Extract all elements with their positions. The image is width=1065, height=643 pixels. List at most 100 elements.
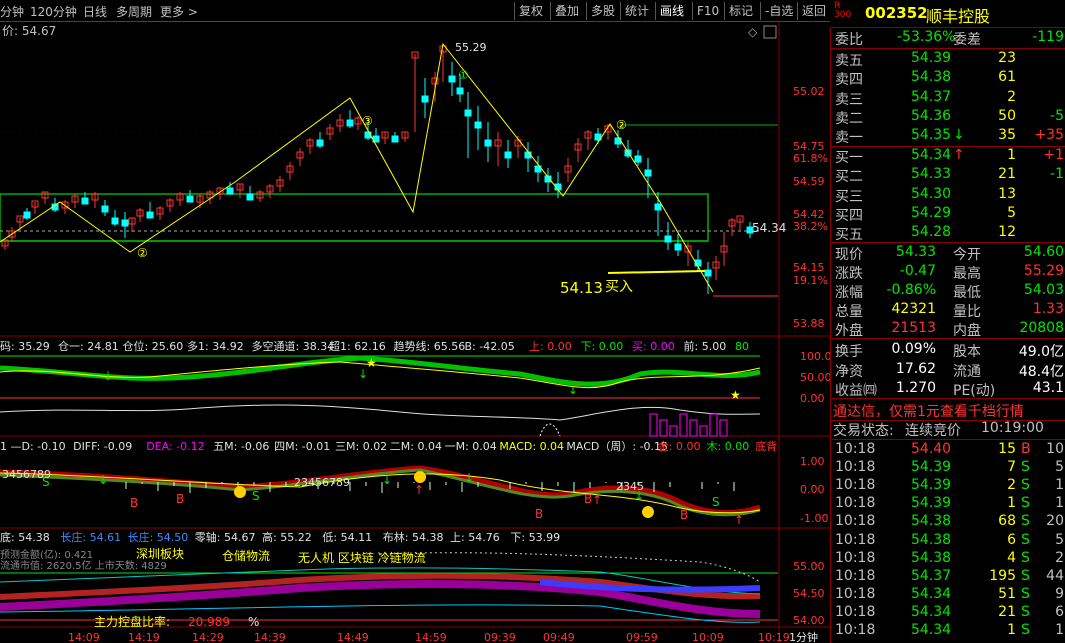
ind2-buy-mark: B xyxy=(176,492,184,506)
tick-side: S xyxy=(1021,495,1030,512)
tick-volume: 68 xyxy=(998,513,1016,530)
stat-label: 股本 xyxy=(953,344,981,360)
ind1-header-item: 仓位: 25.60 xyxy=(123,339,184,353)
board-badge: R 300 xyxy=(834,2,851,20)
ask-label: 卖一 xyxy=(835,130,863,147)
y-axis-tick: 54.59 xyxy=(793,175,825,188)
status-time: 10:19:00 xyxy=(981,420,1044,436)
f10-button[interactable]: F10 xyxy=(692,2,723,20)
tick-side: S xyxy=(1021,459,1030,476)
period-daily[interactable]: 日线 xyxy=(83,3,107,20)
ind2-header-item: 底背 xyxy=(755,439,777,453)
webi-label: 委比 xyxy=(835,32,863,48)
period-120min[interactable]: 120分钟 xyxy=(30,3,77,20)
ind1-bar xyxy=(709,413,718,437)
time-axis-label: 09:39 xyxy=(484,631,516,643)
tick-price: 54.38 xyxy=(911,549,952,566)
time-axis-label: 09:59 xyxy=(626,631,658,643)
ind1-header-item: 上: 0.00 xyxy=(529,340,572,353)
bid-label: 买四 xyxy=(835,207,863,224)
tick-price: 54.38 xyxy=(911,513,952,530)
stat-row: 收益㈣ 1.270 PE(动) 43.1 xyxy=(831,380,1065,399)
divider xyxy=(831,398,1065,399)
chart-canvas[interactable]: 价: 54.67 ◇55.0254.7561.8%54.5954.4238.2%5… xyxy=(0,22,830,643)
tick-count: 6 xyxy=(1055,603,1064,620)
ind2-y-tick: 0.00 xyxy=(800,483,825,496)
divider xyxy=(831,48,1065,49)
watchlist-button[interactable]: -自选 xyxy=(760,2,797,20)
ask-volume: 35 xyxy=(998,127,1016,144)
tick-row: 10:18 54.34 51 S 9 xyxy=(831,586,1065,605)
ind1-bar xyxy=(699,425,708,437)
tick-price: 54.39 xyxy=(911,495,952,512)
star-icon: ★ xyxy=(366,356,377,370)
tick-row: 10:18 54.37 195 S 44 xyxy=(831,568,1065,587)
ask-volume: 61 xyxy=(998,69,1016,86)
stats-button[interactable]: 统计 xyxy=(620,2,653,20)
tick-count: 1 xyxy=(1055,622,1064,638)
ask-label: 卖四 xyxy=(835,72,863,89)
price-label: 价: 54.67 xyxy=(2,24,56,38)
ind1-header-item: 超1: 62.16 xyxy=(329,339,386,353)
stat-value: 48.4亿 xyxy=(1018,363,1064,380)
ind3-header-item: 高: 55.22 xyxy=(262,530,312,544)
bid-volume: 21 xyxy=(998,166,1016,183)
candle-body xyxy=(146,211,154,219)
stat-value: 20808 xyxy=(1019,320,1064,336)
ask-row: 卖五 54.39 23 xyxy=(831,50,1065,69)
ask-row: 卖二 54.36 50 -5 xyxy=(831,108,1065,127)
bid-row: 买四 54.29 5 xyxy=(831,205,1065,224)
candle-body xyxy=(121,219,129,227)
period-minute[interactable]: 分钟 xyxy=(0,3,24,20)
candle-body xyxy=(111,217,119,225)
ind3-y-tick: 54.00 xyxy=(793,614,825,627)
stat-value: 55.29 xyxy=(1023,263,1064,279)
stat-row: 现价 54.33 今开 54.60 xyxy=(831,244,1065,263)
promo-link: 通达信，仅需1元查看千档行情 xyxy=(833,404,1024,420)
ind1-header-item: 多1: 34.92 xyxy=(187,339,244,353)
candle-body xyxy=(186,195,194,203)
ind3-header-item: 零轴: 54.67 xyxy=(195,530,256,544)
smiley-icon xyxy=(414,471,426,483)
chart-area[interactable]: 价: 54.67 ◇ 55.02 54.75 61.8% 54.59 54.42 38.2% 5… xyxy=(0,22,830,643)
draw-line-button[interactable]: 画线 xyxy=(655,2,688,20)
tick-time: 10:18 xyxy=(835,549,876,566)
ind3-bottom-label: 主力控盘比率: xyxy=(94,614,170,629)
tick-volume: 4 xyxy=(1007,549,1016,566)
candle-body xyxy=(391,135,399,143)
stat-label: 今开 xyxy=(953,247,981,263)
stat-value: 54.03 xyxy=(1023,282,1064,298)
tick-count: 10 xyxy=(1046,441,1064,457)
ask-label: 卖五 xyxy=(835,53,863,69)
tick-count: 1 xyxy=(1055,495,1064,512)
candle-body xyxy=(421,95,429,103)
promo-row[interactable]: 通达信，仅需1元查看千档行情 xyxy=(831,401,1065,420)
stat-label: 量比 xyxy=(953,304,981,320)
smiley-icon xyxy=(234,486,246,498)
overlay-button[interactable]: 叠加 xyxy=(550,2,583,20)
ind2-header-item: 三M: 0.02 xyxy=(335,440,387,453)
back-button[interactable]: 返回 xyxy=(797,2,830,20)
period-more[interactable]: 更多 > xyxy=(160,3,198,20)
quote-panel: 委比 -53.36% 委差 -119 卖五 54.39 23 卖四 54.38 61 卖三 54.37… xyxy=(830,28,1065,643)
ask-volume: 23 xyxy=(998,50,1016,66)
adjust-button[interactable]: 复权 xyxy=(514,2,547,20)
multi-stock-button[interactable]: 多股 xyxy=(586,2,619,20)
period-multi[interactable]: 多周期 xyxy=(116,3,152,20)
sector-label: 深圳板块 xyxy=(136,547,184,561)
ind1-y-tick: 50.00 xyxy=(800,371,830,384)
stat-row: 换手 0.09% 股本 49.0亿 xyxy=(831,341,1065,360)
stat-label: 内盘 xyxy=(953,323,981,339)
y-axis-tick: 19.1% xyxy=(793,274,828,287)
stat-label: 涨跌 xyxy=(835,266,863,282)
stat-row: 涨幅 -0.86% 最低 54.03 xyxy=(831,282,1065,301)
tick-time: 10:18 xyxy=(835,459,876,476)
mark-button[interactable]: 标记 xyxy=(724,2,757,20)
buy-arrow-line xyxy=(607,270,706,274)
ind3-header-item: 上: 54.76 xyxy=(450,531,500,544)
circle-marker-1: ① xyxy=(458,68,469,82)
candle-body xyxy=(484,139,492,147)
tick-volume: 195 xyxy=(989,567,1016,584)
candle-body xyxy=(81,197,89,205)
bid-volume: 12 xyxy=(998,224,1016,241)
